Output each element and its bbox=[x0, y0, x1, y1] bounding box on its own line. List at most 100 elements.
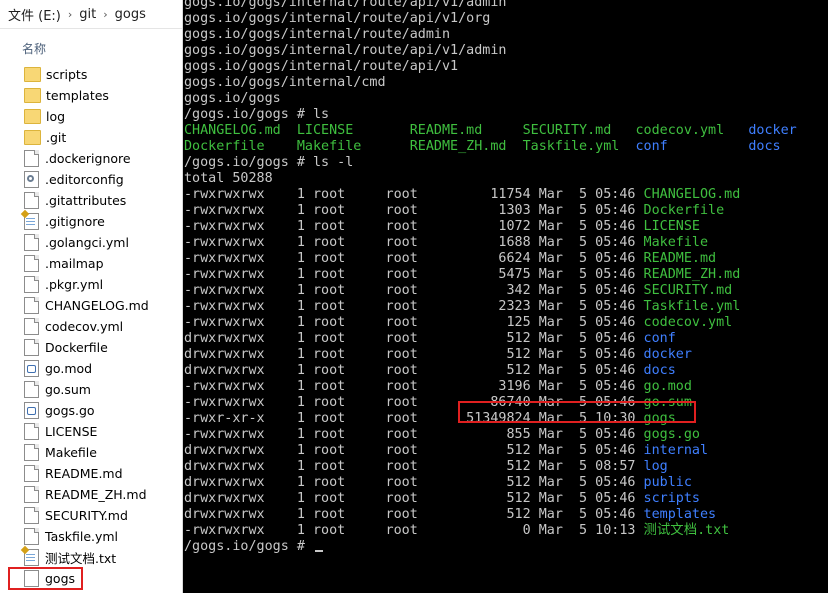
terminal-text: public bbox=[643, 475, 692, 490]
terminal-text: gogs.io/gogs bbox=[184, 91, 281, 106]
terminal-line: /gogs.io/gogs # bbox=[184, 539, 797, 555]
file-item-label: README_ZH.md bbox=[45, 487, 147, 502]
file-item-label: log bbox=[46, 109, 66, 124]
terminal-text: drwxrwxrwx 1 root root 512 Mar 5 05:46 bbox=[184, 475, 644, 490]
file-item[interactable]: README_ZH.md bbox=[0, 484, 182, 505]
file-item[interactable]: SECURITY.md bbox=[0, 505, 182, 526]
file-item[interactable]: Taskfile.yml bbox=[0, 526, 182, 547]
file-item[interactable]: gogs.go bbox=[0, 400, 182, 421]
terminal-line: -rwxrwxrwx 1 root root 0 Mar 5 10:13 测试文… bbox=[184, 523, 797, 539]
terminal-text: -rwxrwxrwx 1 root root 125 Mar 5 05:46 bbox=[184, 315, 644, 330]
file-item-label: Dockerfile bbox=[45, 340, 108, 355]
terminal-text: total 50288 bbox=[184, 171, 273, 186]
file-item-label: go.sum bbox=[45, 382, 91, 397]
settings-file-icon bbox=[24, 171, 39, 188]
terminal-line: drwxrwxrwx 1 root root 512 Mar 5 05:46 t… bbox=[184, 507, 797, 523]
file-item[interactable]: .git bbox=[0, 127, 182, 148]
file-icon bbox=[24, 507, 39, 524]
terminal-text: SECURITY.md bbox=[643, 283, 733, 298]
notepad-file-icon bbox=[24, 549, 39, 566]
terminal-line: -rwxrwxrwx 1 root root 855 Mar 5 05:46 g… bbox=[184, 427, 797, 443]
file-icon bbox=[24, 465, 39, 482]
file-item[interactable]: .editorconfig bbox=[0, 169, 182, 190]
file-item[interactable]: Dockerfile bbox=[0, 337, 182, 358]
terminal-text: drwxrwxrwx 1 root root 512 Mar 5 05:46 bbox=[184, 347, 644, 362]
file-item-label: Makefile bbox=[45, 445, 97, 460]
breadcrumb-item-drive[interactable]: 文件 (E:) bbox=[0, 5, 63, 24]
file-icon bbox=[24, 423, 39, 440]
file-item[interactable]: .gitignore bbox=[0, 211, 182, 232]
file-icon bbox=[24, 276, 39, 293]
terminal-text: /gogs.io/gogs # bbox=[184, 539, 313, 554]
terminal-line: -rwxrwxrwx 1 root root 5475 Mar 5 05:46 … bbox=[184, 267, 797, 283]
file-item[interactable]: .pkgr.yml bbox=[0, 274, 182, 295]
terminal-line: -rwxrwxrwx 1 root root 1688 Mar 5 05:46 … bbox=[184, 235, 797, 251]
terminal-line: CHANGELOG.md LICENSE README.md SECURITY.… bbox=[184, 123, 797, 139]
file-item-label: .gitattributes bbox=[45, 193, 127, 208]
file-item[interactable]: log bbox=[0, 106, 182, 127]
file-item[interactable]: CHANGELOG.md bbox=[0, 295, 182, 316]
terminal-text: Makefile bbox=[643, 235, 709, 250]
file-item[interactable]: 测试文档.txt bbox=[0, 547, 182, 568]
terminal-text: scripts bbox=[643, 491, 700, 506]
terminal-text: log bbox=[643, 459, 668, 474]
file-explorer-pane: 文件 (E:) › git › gogs 名称 scripts templates… bbox=[0, 0, 183, 593]
terminal-text: drwxrwxrwx 1 root root 512 Mar 5 05:46 bbox=[184, 331, 644, 346]
terminal-text: README_ZH.md bbox=[643, 267, 741, 282]
terminal-text: -rwxrwxrwx 1 root root 1072 Mar 5 05:46 bbox=[184, 219, 644, 234]
breadcrumb-item-gogs[interactable]: gogs bbox=[113, 7, 148, 22]
file-item[interactable]: codecov.yml bbox=[0, 316, 182, 337]
go-file-icon bbox=[24, 402, 39, 419]
terminal-line: -rwxrwxrwx 1 root root 125 Mar 5 05:46 c… bbox=[184, 315, 797, 331]
file-icon bbox=[24, 381, 39, 398]
terminal-text: README.md bbox=[643, 251, 717, 266]
terminal-text: -rwxrwxrwx 1 root root 1303 Mar 5 05:46 bbox=[184, 203, 644, 218]
terminal-text: gogs.io/gogs/internal/route/api/v1/admin bbox=[184, 0, 507, 10]
terminal-text: drwxrwxrwx 1 root root 512 Mar 5 05:46 bbox=[184, 507, 644, 522]
terminal-line: Dockerfile Makefile README_ZH.md Taskfil… bbox=[184, 139, 797, 155]
column-header-name[interactable]: 名称 bbox=[22, 40, 46, 57]
terminal-line: drwxrwxrwx 1 root root 512 Mar 5 05:46 s… bbox=[184, 491, 797, 507]
file-item[interactable]: templates bbox=[0, 85, 182, 106]
terminal-text: -rwxrwxrwx 1 root root 6624 Mar 5 05:46 bbox=[184, 251, 644, 266]
file-item[interactable]: Makefile bbox=[0, 442, 182, 463]
file-item-label: templates bbox=[46, 88, 109, 103]
terminal-text: gogs.io/gogs/internal/cmd bbox=[184, 75, 386, 90]
file-icon bbox=[24, 528, 39, 545]
folder-icon bbox=[24, 88, 41, 103]
terminal-text: /gogs.io/gogs # ls bbox=[184, 107, 330, 122]
file-item[interactable]: .gitattributes bbox=[0, 190, 182, 211]
file-item-label: SECURITY.md bbox=[45, 508, 128, 523]
file-item-label: gogs.go bbox=[45, 403, 95, 418]
highlight-box-gogs-binary-row bbox=[458, 401, 696, 423]
terminal-line: drwxrwxrwx 1 root root 512 Mar 5 05:46 d… bbox=[184, 347, 797, 363]
terminal-line: -rwxrwxrwx 1 root root 11754 Mar 5 05:46… bbox=[184, 187, 797, 203]
file-item[interactable]: go.mod bbox=[0, 358, 182, 379]
terminal-text: Dockerfile Makefile README_ZH.md Taskfil… bbox=[184, 139, 636, 154]
file-item-label: CHANGELOG.md bbox=[45, 298, 149, 313]
file-item[interactable]: README.md bbox=[0, 463, 182, 484]
folder-icon bbox=[24, 109, 41, 124]
terminal-line: -rwxrwxrwx 1 root root 2323 Mar 5 05:46 … bbox=[184, 299, 797, 315]
file-item[interactable]: .golangci.yml bbox=[0, 232, 182, 253]
file-item[interactable]: .mailmap bbox=[0, 253, 182, 274]
file-item[interactable]: LICENSE bbox=[0, 421, 182, 442]
terminal-line: drwxrwxrwx 1 root root 512 Mar 5 05:46 i… bbox=[184, 443, 797, 459]
terminal-line: gogs.io/gogs/internal/route/api/v1/org bbox=[184, 11, 797, 27]
terminal-line: drwxrwxrwx 1 root root 512 Mar 5 05:46 p… bbox=[184, 475, 797, 491]
file-icon bbox=[24, 444, 39, 461]
terminal-text: -rwxrwxrwx 1 root root 5475 Mar 5 05:46 bbox=[184, 267, 644, 282]
terminal-window[interactable]: gogs.io/gogs/internal/route/api/v1/admin… bbox=[183, 0, 828, 593]
file-item[interactable]: .dockerignore bbox=[0, 148, 182, 169]
terminal-line: -rwxrwxrwx 1 root root 1072 Mar 5 05:46 … bbox=[184, 219, 797, 235]
file-item[interactable]: go.sum bbox=[0, 379, 182, 400]
file-icon bbox=[24, 318, 39, 335]
terminal-text: docker bbox=[643, 347, 692, 362]
terminal-line: gogs.io/gogs/internal/route/admin bbox=[184, 27, 797, 43]
terminal-text: codecov.yml bbox=[643, 315, 733, 330]
terminal-text: drwxrwxrwx 1 root root 512 Mar 5 05:46 bbox=[184, 443, 644, 458]
breadcrumb-item-git[interactable]: git bbox=[77, 7, 98, 22]
notepad-file-icon bbox=[24, 213, 39, 230]
terminal-line: drwxrwxrwx 1 root root 512 Mar 5 05:46 d… bbox=[184, 363, 797, 379]
file-item[interactable]: scripts bbox=[0, 64, 182, 85]
